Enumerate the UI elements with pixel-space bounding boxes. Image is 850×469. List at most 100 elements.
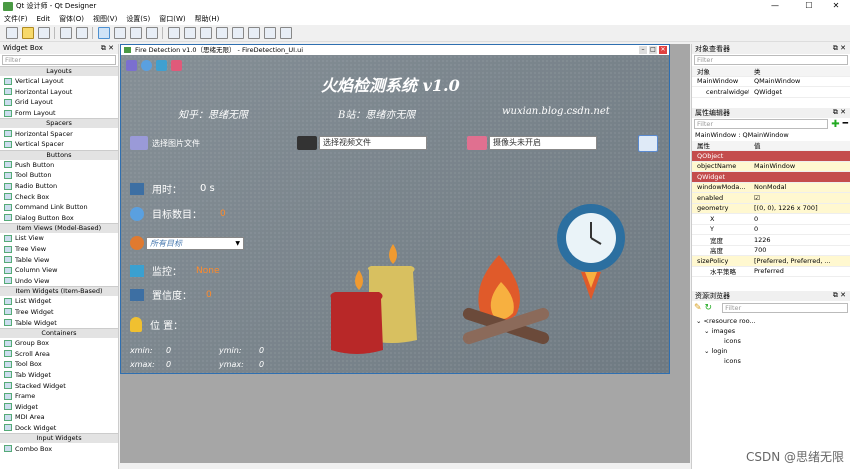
tree-node-icons[interactable]: icons	[696, 356, 756, 366]
object-filter-input[interactable]: Filter	[694, 55, 848, 65]
widget-item[interactable]: Column View	[0, 265, 118, 276]
widget-item[interactable]: Grid Layout	[0, 97, 118, 108]
widget-item[interactable]: Tool Box	[0, 359, 118, 370]
resource-filter-input[interactable]: Filter	[722, 303, 848, 313]
camera-icon[interactable]	[467, 136, 487, 150]
widget-item[interactable]: Radio Button	[0, 181, 118, 192]
save-icon[interactable]	[38, 27, 50, 39]
property-row[interactable]: 宽度 1226	[692, 235, 850, 246]
user-icon[interactable]	[171, 60, 182, 71]
widget-item[interactable]: Stacked Widget	[0, 380, 118, 391]
property-row[interactable]: Y0	[692, 225, 850, 235]
property-row[interactable]: 水平策略 Preferred	[692, 267, 850, 277]
edit-tab-order-icon[interactable]	[146, 27, 158, 39]
paste-icon[interactable]	[76, 27, 88, 39]
widget-category[interactable]: Layouts	[0, 66, 118, 76]
property-row[interactable]: X0	[692, 214, 850, 225]
widget-item[interactable]: Horizontal Layout	[0, 87, 118, 98]
reload-icon[interactable]: ↻	[705, 303, 713, 313]
menu-edit[interactable]: Edit	[37, 15, 51, 23]
minimize-button[interactable]: —	[761, 0, 789, 13]
camera-status-field[interactable]: 摄像头未开启	[489, 136, 597, 150]
float-close-icons[interactable]: ⧉ ✕	[833, 108, 846, 118]
widget-filter-input[interactable]: Filter	[2, 55, 116, 65]
open-file-icon[interactable]	[22, 27, 34, 39]
adjust-size-icon[interactable]	[280, 27, 292, 39]
layout-form-icon[interactable]	[248, 27, 260, 39]
edit-resources-icon[interactable]: ✎	[694, 303, 702, 313]
widget-item[interactable]: Tree View	[0, 244, 118, 255]
menu-view[interactable]: 视图(V)	[93, 14, 117, 24]
float-close-icons[interactable]: ⧉ ✕	[101, 44, 114, 54]
widget-category[interactable]: Buttons	[0, 149, 118, 160]
menu-file[interactable]: 文件(F)	[4, 14, 28, 24]
widget-item[interactable]: Group Box	[0, 338, 118, 349]
video-path-field[interactable]: 选择视频文件	[319, 136, 427, 150]
break-layout-icon[interactable]	[264, 27, 276, 39]
tree-root[interactable]: ⌄ <resource roo...	[696, 316, 756, 326]
widget-item[interactable]: Horizontal Spacer	[0, 128, 118, 139]
select-image-button[interactable]: 选择图片文件	[130, 136, 200, 150]
layout-horizontal-icon[interactable]	[168, 27, 180, 39]
property-filter-input[interactable]: Filter	[694, 119, 829, 129]
widget-item[interactable]: Frame	[0, 391, 118, 402]
object-row[interactable]: MainWindow QMainWindow	[692, 77, 850, 87]
widget-item[interactable]: Push Button	[0, 160, 118, 171]
new-file-icon[interactable]	[6, 27, 18, 39]
menu-window[interactable]: 窗口(W)	[159, 14, 185, 24]
property-row[interactable]: geometry [(0, 0), 1226 x 700]	[692, 203, 850, 214]
widget-category[interactable]: Input Widgets	[0, 433, 118, 444]
widget-item[interactable]: List View	[0, 233, 118, 244]
widget-item[interactable]: Widget	[0, 401, 118, 412]
widget-item[interactable]: Combo Box	[0, 443, 118, 454]
property-row[interactable]: sizePolicy [Preferred, Preferred, ...	[692, 256, 850, 267]
layout-h-splitter-icon[interactable]	[200, 27, 212, 39]
property-row[interactable]: windowModa... NonModal	[692, 182, 850, 193]
object-row[interactable]: centralwidget QWidget	[692, 87, 850, 98]
widget-item[interactable]: Check Box	[0, 191, 118, 202]
layout-v-splitter-icon[interactable]	[216, 27, 228, 39]
close-button[interactable]: ✕	[822, 0, 850, 13]
video-clapper-icon[interactable]	[297, 136, 317, 150]
widget-item[interactable]: Table Widget	[0, 317, 118, 328]
widget-category[interactable]: Item Widgets (Item-Based)	[0, 286, 118, 297]
add-property-icon[interactable]: ✚	[831, 119, 839, 130]
widget-item[interactable]: Tab Widget	[0, 370, 118, 381]
widget-item[interactable]: Command Link Button	[0, 202, 118, 213]
property-row[interactable]: 高度 700	[692, 246, 850, 256]
widget-item[interactable]: List Widget	[0, 296, 118, 307]
widget-category[interactable]: Item Views (Model-Based)	[0, 223, 118, 234]
widget-item[interactable]: Undo View	[0, 276, 118, 287]
export-icon[interactable]	[156, 60, 167, 71]
menu-form[interactable]: 窗体(O)	[59, 14, 84, 24]
widget-item[interactable]: Tool Button	[0, 170, 118, 181]
widget-item[interactable]: Vertical Layout	[0, 76, 118, 87]
remove-property-icon[interactable]: ━	[843, 119, 848, 129]
logo-icon[interactable]	[126, 60, 137, 71]
widget-item[interactable]: Tree Widget	[0, 307, 118, 318]
widget-item[interactable]: MDI Area	[0, 412, 118, 423]
widget-item[interactable]: Dock Widget	[0, 423, 118, 434]
property-row[interactable]: QWidget	[692, 172, 850, 183]
form-maximize-button[interactable]: □	[649, 46, 657, 54]
float-close-icons[interactable]: ⧉ ✕	[833, 291, 846, 301]
cube-icon[interactable]	[638, 135, 658, 152]
widget-item[interactable]: Scroll Area	[0, 348, 118, 359]
edit-widgets-icon[interactable]	[98, 27, 110, 39]
target-combo[interactable]: 所有目标 ▼	[146, 236, 244, 250]
property-row[interactable]: enabled ☑	[692, 193, 850, 204]
edit-buddies-icon[interactable]	[130, 27, 142, 39]
tree-node-login[interactable]: ⌄ login	[696, 346, 756, 356]
tree-node-images[interactable]: ⌄ images	[696, 326, 756, 336]
form-minimize-button[interactable]: –	[639, 46, 647, 54]
widget-item[interactable]: Table View	[0, 254, 118, 265]
property-row[interactable]: QObject	[692, 151, 850, 162]
layout-vertical-icon[interactable]	[184, 27, 196, 39]
maximize-button[interactable]: ☐	[795, 0, 823, 13]
widget-item[interactable]: Vertical Spacer	[0, 139, 118, 150]
menu-help[interactable]: 帮助(H)	[195, 14, 220, 24]
copy-icon[interactable]	[60, 27, 72, 39]
widget-item[interactable]: Form Layout	[0, 108, 118, 119]
form-close-button[interactable]: ✕	[659, 46, 667, 54]
menu-settings[interactable]: 设置(S)	[126, 14, 150, 24]
